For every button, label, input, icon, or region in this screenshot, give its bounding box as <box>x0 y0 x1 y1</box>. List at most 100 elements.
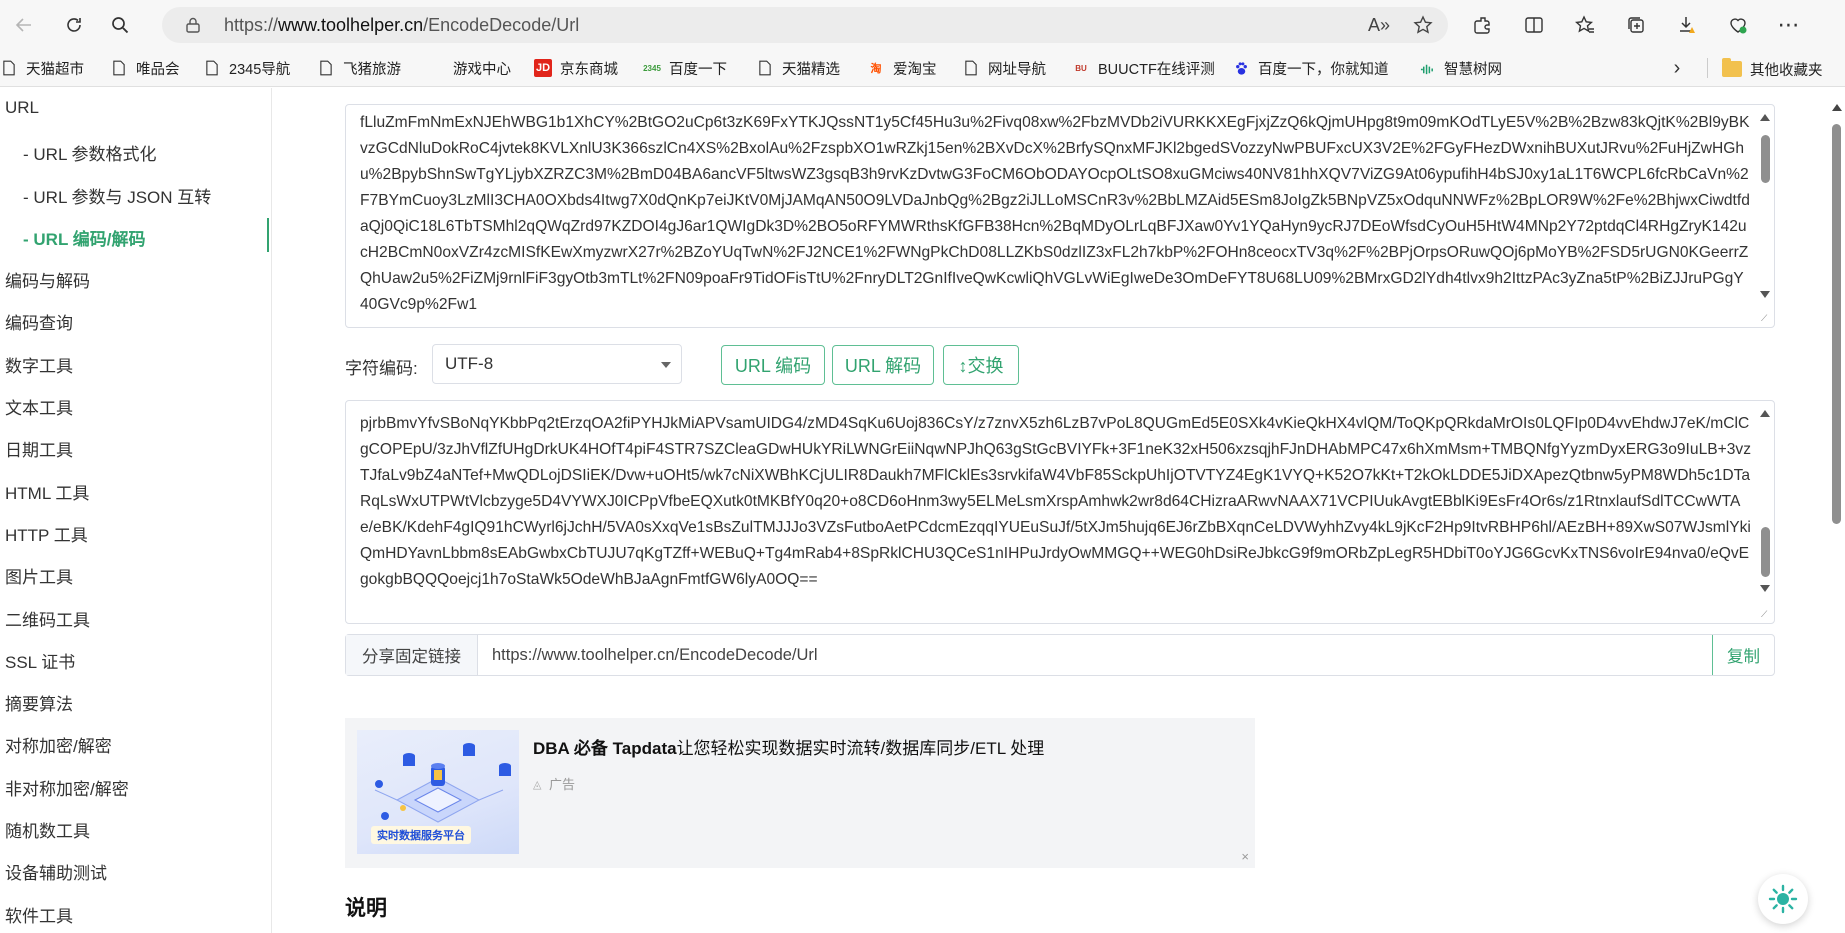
sidebar-item-url-params-json[interactable]: - URL 参数与 JSON 互转 <box>23 183 211 208</box>
address-url[interactable]: https://www.toolhelper.cn/EncodeDecode/U… <box>224 15 579 36</box>
lock-icon[interactable] <box>184 16 202 34</box>
bookmarks-divider <box>1707 58 1708 78</box>
share-link-row: 分享固定链接 https://www.toolhelper.cn/EncodeD… <box>345 634 1775 676</box>
chevron-down-icon <box>661 362 671 368</box>
sidebar-item-http-tools[interactable]: HTTP 工具 <box>5 521 88 546</box>
close-icon[interactable]: × <box>1241 849 1249 864</box>
favorites-icon[interactable] <box>1570 10 1600 40</box>
sidebar-item-symmetric[interactable]: 对称加密/解密 <box>5 732 112 757</box>
input-text[interactable]: fLluZmFmNmExNJEhWBG1b1XhCY%2BtGO2uCp6t3z… <box>360 110 1752 318</box>
split-screen-icon[interactable] <box>1519 10 1549 40</box>
doc-icon <box>110 59 128 77</box>
input-textarea[interactable]: fLluZmFmNmExNJEhWBG1b1XhCY%2BtGO2uCp6t3z… <box>345 104 1775 328</box>
bookmark-item[interactable]: 飞猪旅游 <box>317 53 401 83</box>
sidebar-item-digest[interactable]: 摘要算法 <box>5 690 73 715</box>
bookmark-item[interactable]: JD 京东商城 <box>534 53 618 83</box>
sidebar-item-url-encode-decode[interactable]: - URL 编码/解码 <box>23 225 145 250</box>
downloads-icon[interactable] <box>1672 10 1702 40</box>
sidebar-item-qrcode-tools[interactable]: 二维码工具 <box>5 606 90 631</box>
sidebar-nav: URL - URL 参数格式化 - URL 参数与 JSON 互转 - URL … <box>0 88 272 933</box>
scroll-thumb[interactable] <box>1761 135 1770 183</box>
sidebar-item-random[interactable]: 随机数工具 <box>5 817 90 842</box>
scroll-thumb[interactable] <box>1761 527 1770 577</box>
ad-choices-icon[interactable]: ◬ <box>533 778 545 791</box>
bookmark-item[interactable]: 淘爱淘宝 <box>867 53 937 83</box>
theme-toggle-button[interactable] <box>1758 874 1808 924</box>
2345-icon: 2345 <box>643 63 661 73</box>
sidebar-item-ssl-cert[interactable]: SSL 证书 <box>5 648 75 673</box>
other-favorites-folder[interactable]: 其他收藏夹 <box>1722 54 1823 84</box>
bookmark-item[interactable]: 百度一下，你就知道 <box>1232 53 1389 83</box>
active-indicator <box>267 218 269 252</box>
ad-banner[interactable]: 实时数据服务平台 DBA 必备 Tapdata让您轻松实现数据实时流转/数据库同… <box>345 718 1255 868</box>
sidebar-item-url-params-format[interactable]: - URL 参数格式化 <box>23 140 157 165</box>
browser-essentials-icon[interactable] <box>1723 10 1753 40</box>
sidebar-item-asymmetric[interactable]: 非对称加密/解密 <box>5 775 129 800</box>
extensions-icon[interactable] <box>1468 10 1498 40</box>
more-menu-icon[interactable]: ⋯ <box>1774 10 1804 40</box>
bookmark-item[interactable]: 游戏中心 <box>427 53 511 83</box>
input-scrollbar[interactable] <box>1758 105 1774 327</box>
scroll-up-arrow[interactable] <box>1760 410 1770 417</box>
sidebar-item-image-tools[interactable]: 图片工具 <box>5 563 73 588</box>
sidebar-item-url[interactable]: URL <box>5 98 39 118</box>
sun-icon <box>1768 884 1798 914</box>
output-text[interactable]: pjrbBmvYfvSBoNqYKbbPq2tErzqOA2fiPYHJkMiA… <box>360 411 1752 593</box>
ad-image[interactable]: 实时数据服务平台 <box>357 730 519 854</box>
taobao-icon: 淘 <box>870 63 882 75</box>
bookmarks-bar: 天猫超市 唯品会 2345导航 飞猪旅游 游戏中心 JD 京东商城 2345 百度一… <box>0 50 1845 87</box>
resize-grip-icon[interactable]: ⟋ <box>1761 314 1772 325</box>
page-scrollbar[interactable] <box>1828 88 1845 933</box>
zhihuishu-icon <box>1418 59 1436 77</box>
ad-image-caption: 实时数据服务平台 <box>371 826 471 844</box>
sidebar-item-encoding-lookup[interactable]: 编码查询 <box>5 309 73 334</box>
address-bar[interactable]: https://www.toolhelper.cn/EncodeDecode/U… <box>162 7 1448 43</box>
sidebar-item-encode-decode[interactable]: 编码与解码 <box>5 267 90 292</box>
sidebar-item-html-tools[interactable]: HTML 工具 <box>5 479 89 504</box>
share-link-input[interactable]: https://www.toolhelper.cn/EncodeDecode/U… <box>478 635 1712 675</box>
bookmark-item[interactable]: 天猫超市 <box>0 53 84 83</box>
doc-icon <box>962 59 980 77</box>
bookmark-item[interactable]: 网址导航 <box>962 53 1046 83</box>
buuctf-icon: BU <box>1075 63 1087 73</box>
sidebar-item-number-tools[interactable]: 数字工具 <box>5 352 73 377</box>
baidu-paw-icon <box>1232 59 1250 77</box>
chevron-right-icon[interactable]: › <box>1665 56 1689 80</box>
bookmark-item[interactable]: 2345 百度一下 <box>643 53 727 83</box>
scroll-down-arrow[interactable] <box>1760 291 1770 298</box>
favorite-star-icon[interactable] <box>1412 14 1434 36</box>
scroll-up-arrow[interactable] <box>1832 104 1842 111</box>
sidebar-item-device-test[interactable]: 设备辅助测试 <box>5 859 107 884</box>
copy-button[interactable]: 复制 <box>1712 635 1774 675</box>
back-icon[interactable] <box>4 5 44 45</box>
url-decode-button[interactable]: URL 解码 <box>832 345 934 385</box>
sidebar-item-text-tools[interactable]: 文本工具 <box>5 394 73 419</box>
scroll-up-arrow[interactable] <box>1760 114 1770 121</box>
bookmark-item[interactable]: BU BUUCTF在线评测 <box>1072 53 1215 83</box>
read-aloud-icon[interactable]: A» <box>1368 14 1390 36</box>
encoding-select[interactable]: UTF-8 <box>432 344 682 384</box>
bookmark-item[interactable]: 智慧树网 <box>1418 53 1502 83</box>
doc-icon <box>203 59 221 77</box>
folder-icon <box>1722 58 1742 77</box>
output-textarea[interactable]: pjrbBmvYfvSBoNqYKbbPq2tErzqOA2fiPYHJkMiA… <box>345 400 1775 624</box>
ad-title[interactable]: DBA 必备 Tapdata让您轻松实现数据实时流转/数据库同步/ETL 处理 <box>533 734 1044 759</box>
share-link-label: 分享固定链接 <box>346 635 478 675</box>
doc-icon <box>0 59 18 77</box>
search-icon[interactable] <box>100 5 140 45</box>
ad-label: ◬ 广告 <box>533 777 576 792</box>
swap-button[interactable]: ↕交换 <box>943 345 1019 385</box>
bookmark-item[interactable]: 唯品会 <box>110 53 180 83</box>
bookmark-item[interactable]: 2345导航 <box>203 53 290 83</box>
encoding-label: 字符编码: <box>345 359 418 378</box>
sidebar-item-date-tools[interactable]: 日期工具 <box>5 436 73 461</box>
resize-grip-icon[interactable]: ⟋ <box>1761 610 1772 621</box>
scroll-down-arrow[interactable] <box>1760 585 1770 592</box>
refresh-icon[interactable] <box>54 5 94 45</box>
bookmark-item[interactable]: 天猫精选 <box>756 53 840 83</box>
collections-icon[interactable] <box>1621 10 1651 40</box>
page-scroll-thumb[interactable] <box>1832 124 1841 524</box>
url-encode-button[interactable]: URL 编码 <box>721 345 825 385</box>
output-scrollbar[interactable] <box>1758 401 1774 623</box>
sidebar-item-software-tools[interactable]: 软件工具 <box>5 902 73 927</box>
